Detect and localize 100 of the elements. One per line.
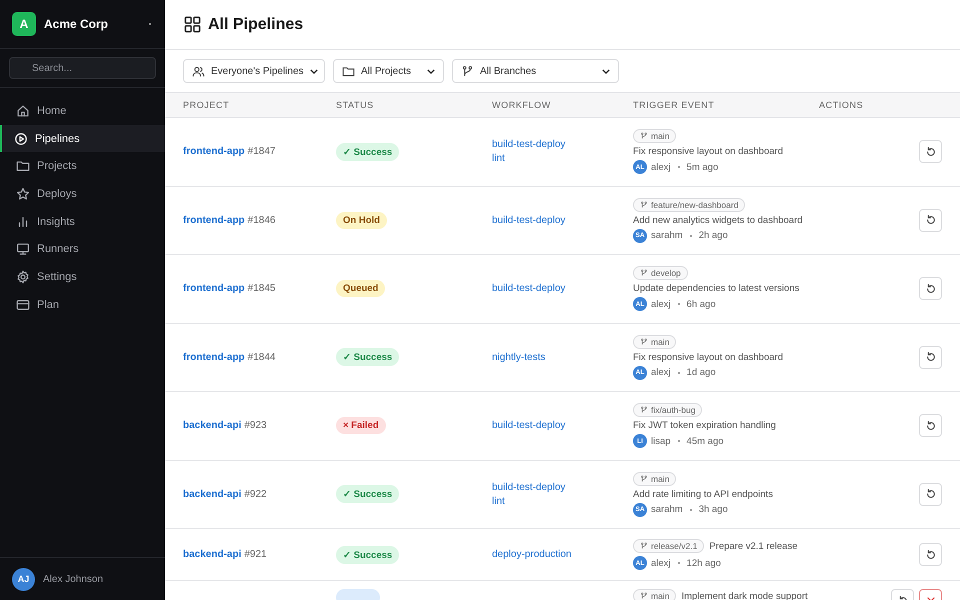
branch-icon — [461, 64, 474, 78]
settings-icon — [16, 270, 30, 284]
nav-item[interactable]: Settings — [0, 263, 165, 291]
user-name[interactable]: Alex Johnson — [43, 574, 104, 584]
status-badge: Queued — [336, 280, 386, 298]
chevron-down-icon — [427, 68, 435, 74]
retry-button[interactable] — [919, 208, 942, 232]
commit-message: Add rate limiting to API endpoints — [633, 488, 774, 500]
nav-item[interactable]: Plan — [0, 290, 165, 318]
retry-button[interactable] — [919, 482, 942, 506]
card-icon — [16, 298, 30, 312]
column-header: ACTIONS — [819, 100, 864, 110]
status-badge: ✓ Success — [336, 546, 400, 564]
project-link[interactable]: frontend-app — [183, 283, 245, 294]
retry-button[interactable] — [919, 140, 942, 164]
separator-dot — [678, 166, 680, 168]
nav-item[interactable]: Runners — [0, 235, 165, 264]
project-link[interactable]: backend-api — [183, 420, 242, 432]
branch-tag: main — [633, 472, 676, 486]
star-icon — [16, 186, 30, 201]
nav-item[interactable]: Deploys — [0, 180, 165, 208]
timestamp: 1d ago — [686, 367, 716, 378]
commit-message: Fix responsive layout on dashboard — [633, 352, 784, 363]
build-number: #922 — [244, 488, 267, 500]
bar-chart-icon — [16, 214, 30, 229]
nav-item[interactable]: Home — [0, 97, 165, 125]
retry-icon — [924, 488, 936, 500]
workflow-link[interactable]: build-test-deploy — [492, 283, 633, 294]
workflow-link[interactable]: nightly-tests — [492, 352, 633, 363]
workflow-link[interactable]: lint — [492, 153, 633, 164]
chevron-down-icon — [310, 68, 318, 74]
branch-tag: develop — [633, 266, 688, 280]
nav-item[interactable]: Pipelines — [0, 124, 165, 152]
project-link[interactable]: frontend-app — [183, 352, 245, 363]
page-title: All Pipelines — [208, 16, 304, 34]
workflow-link[interactable]: build-test-deploy — [492, 482, 633, 493]
column-header: STATUS — [336, 100, 375, 110]
workflow-link[interactable]: build-test-deploy — [492, 139, 633, 150]
branch-icon — [640, 269, 648, 278]
column-header: WORKFLOW — [492, 100, 552, 110]
status-badge: ✓ Success — [336, 485, 400, 504]
project-link[interactable]: backend-api — [183, 549, 242, 560]
branch-icon — [640, 474, 648, 483]
timestamp: 2h ago — [698, 230, 728, 242]
commit-message: Fix JWT token expiration handling — [633, 420, 777, 432]
branch-icon — [640, 338, 648, 346]
separator-dot — [678, 303, 680, 306]
org-name[interactable]: Acme Corp — [44, 17, 141, 31]
branch-tag: fix/auth-bug — [633, 403, 702, 418]
timestamp: 5m ago — [686, 162, 718, 173]
filter-dropdown[interactable]: All Projects — [333, 59, 444, 83]
build-number: #1844 — [248, 352, 276, 363]
retry-button[interactable] — [919, 543, 942, 566]
chevron-down-icon — [602, 68, 610, 74]
author-name: alexj — [651, 367, 671, 378]
folder-icon — [16, 159, 30, 174]
separator-dot — [690, 508, 692, 511]
separator-dot — [678, 562, 680, 564]
retry-button[interactable] — [919, 277, 942, 300]
grid-icon — [184, 16, 201, 33]
author-name: alexj — [651, 558, 671, 568]
filter-dropdown[interactable]: All Branches — [452, 59, 619, 83]
branch-tag: main — [633, 334, 676, 349]
separator-dot — [690, 234, 692, 237]
user-avatar: AJ — [12, 568, 35, 590]
branch-tag: feature/new-dashboard — [633, 198, 746, 212]
retry-button[interactable] — [919, 346, 942, 369]
nav-item[interactable]: Projects — [0, 152, 165, 180]
workflow-link[interactable]: lint — [492, 496, 633, 507]
build-number: #1846 — [248, 214, 276, 226]
workflow-link[interactable]: build-test-deploy — [492, 214, 633, 226]
branch-tag: main — [633, 129, 676, 144]
branch-icon — [640, 406, 648, 414]
project-link[interactable]: backend-api — [183, 488, 242, 500]
commit-message: Prepare v2.1 release — [709, 540, 798, 552]
retry-button[interactable] — [919, 414, 942, 438]
people-icon — [192, 64, 205, 78]
org-logo: A — [12, 12, 36, 36]
branch-icon — [640, 542, 648, 550]
separator-dot — [678, 440, 680, 442]
timestamp: 6h ago — [686, 298, 716, 310]
house-icon — [16, 104, 30, 118]
retry-icon — [924, 420, 936, 432]
author-name: alexj — [651, 162, 671, 173]
branch-tag: release/v2.1 — [633, 539, 704, 553]
retry-icon — [924, 282, 936, 295]
build-number: #1847 — [248, 146, 276, 158]
workflow-link[interactable]: build-test-deploy — [492, 420, 633, 432]
workflow-link[interactable]: deploy-production — [492, 549, 633, 560]
project-link[interactable]: frontend-app — [183, 146, 245, 158]
build-number: #921 — [244, 549, 267, 560]
author-name: sarahm — [651, 504, 683, 516]
nav-item[interactable]: Insights — [0, 208, 165, 236]
search-field[interactable]: Search... — [9, 57, 156, 79]
author-name: alexj — [651, 298, 671, 310]
filter-dropdown[interactable]: Everyone's Pipelines — [183, 59, 325, 83]
project-link[interactable]: frontend-app — [183, 214, 245, 226]
branch-tag: main — [633, 589, 676, 600]
timestamp: 12h ago — [686, 558, 721, 568]
status-badge: On Hold — [336, 212, 387, 229]
